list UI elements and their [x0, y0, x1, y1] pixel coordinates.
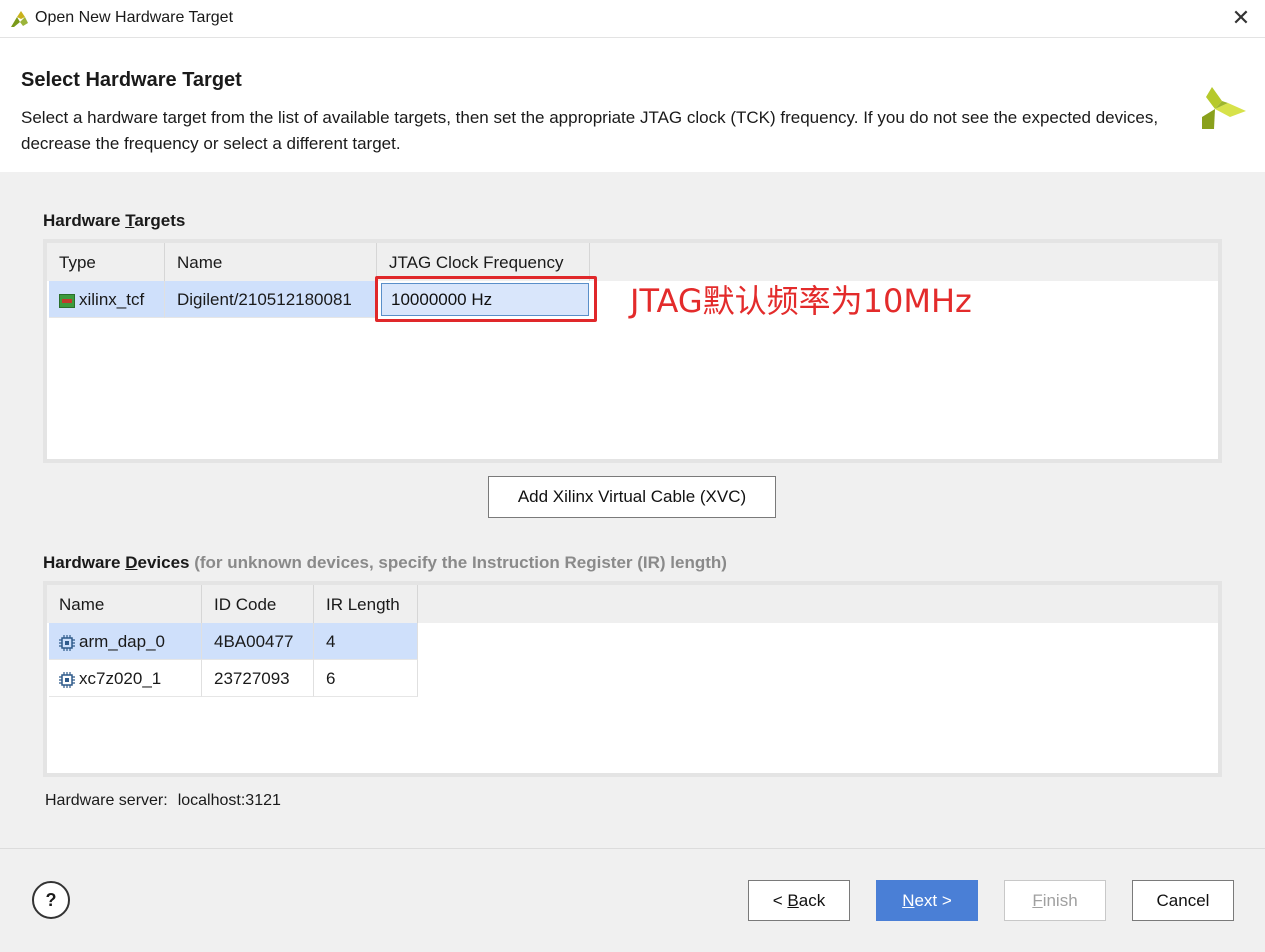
- cable-board-icon: [59, 293, 75, 308]
- wizard-content: Hardware Targets Type Name JTAG Clock Fr…: [0, 172, 1265, 848]
- add-xvc-button[interactable]: Add Xilinx Virtual Cable (XVC): [488, 476, 776, 518]
- device-row[interactable]: arm_dap_0 4BA00477 4: [47, 623, 418, 660]
- column-header-device-name[interactable]: Name: [47, 585, 202, 623]
- column-header-id-code[interactable]: ID Code: [202, 585, 314, 623]
- help-button[interactable]: ?: [32, 881, 70, 919]
- hardware-server-label: Hardware server:: [45, 792, 168, 809]
- hardware-server-info: Hardware server: localhost:3121: [45, 792, 281, 810]
- device-ir-length-cell[interactable]: 6: [314, 660, 418, 697]
- column-header-type[interactable]: Type: [47, 243, 165, 281]
- column-header-name[interactable]: Name: [165, 243, 377, 281]
- device-name-cell: xc7z020_1: [49, 660, 202, 697]
- hardware-server-value: localhost:3121: [177, 792, 281, 809]
- hardware-targets-table: Type Name JTAG Clock Frequency xilinx_tc…: [43, 239, 1222, 463]
- hardware-devices-table: Name ID Code IR Length arm_dap_0 4BA0047…: [43, 581, 1222, 777]
- hardware-devices-label: Hardware Devices (for unknown devices, s…: [43, 553, 727, 572]
- device-row[interactable]: xc7z020_1 23727093 6: [47, 660, 418, 697]
- vivado-app-icon: [11, 11, 28, 27]
- wizard-footer: ? < Back Next > Finish Cancel: [0, 848, 1265, 952]
- device-name-cell: arm_dap_0: [49, 623, 202, 660]
- page-title: Select Hardware Target: [21, 69, 242, 91]
- target-name-cell: Digilent/210512180081: [165, 281, 377, 318]
- back-button[interactable]: < Back: [748, 880, 850, 921]
- devices-table-header: Name ID Code IR Length: [47, 585, 1218, 623]
- window-title: Open New Hardware Target: [35, 9, 234, 26]
- hardware-targets-label: Hardware Targets: [43, 211, 186, 230]
- title-bar: Open New Hardware Target ✕: [0, 0, 1265, 38]
- cancel-button[interactable]: Cancel: [1132, 880, 1234, 921]
- highlight-box: [375, 276, 597, 322]
- target-row[interactable]: xilinx_tcf Digilent/210512180081 1000000…: [47, 276, 607, 322]
- close-icon[interactable]: ✕: [1229, 6, 1253, 30]
- column-header-ir-length[interactable]: IR Length: [314, 585, 418, 623]
- chip-icon: [59, 634, 75, 651]
- next-button[interactable]: Next >: [876, 880, 978, 921]
- target-type-cell: xilinx_tcf: [49, 281, 165, 318]
- device-ir-length-cell[interactable]: 4: [314, 623, 418, 660]
- device-id-cell: 4BA00477: [202, 623, 314, 660]
- frequency-annotation: JTAG默认频率为10MHz: [630, 282, 972, 320]
- device-id-cell: 23727093: [202, 660, 314, 697]
- finish-button[interactable]: Finish: [1004, 880, 1106, 921]
- xilinx-logo-icon: [1202, 87, 1246, 129]
- page-description: Select a hardware target from the list o…: [21, 108, 1159, 153]
- wizard-header: Select Hardware Target Select a hardware…: [0, 39, 1265, 172]
- chip-icon: [59, 671, 75, 688]
- hardware-devices-note: (for unknown devices, specify the Instru…: [194, 553, 727, 572]
